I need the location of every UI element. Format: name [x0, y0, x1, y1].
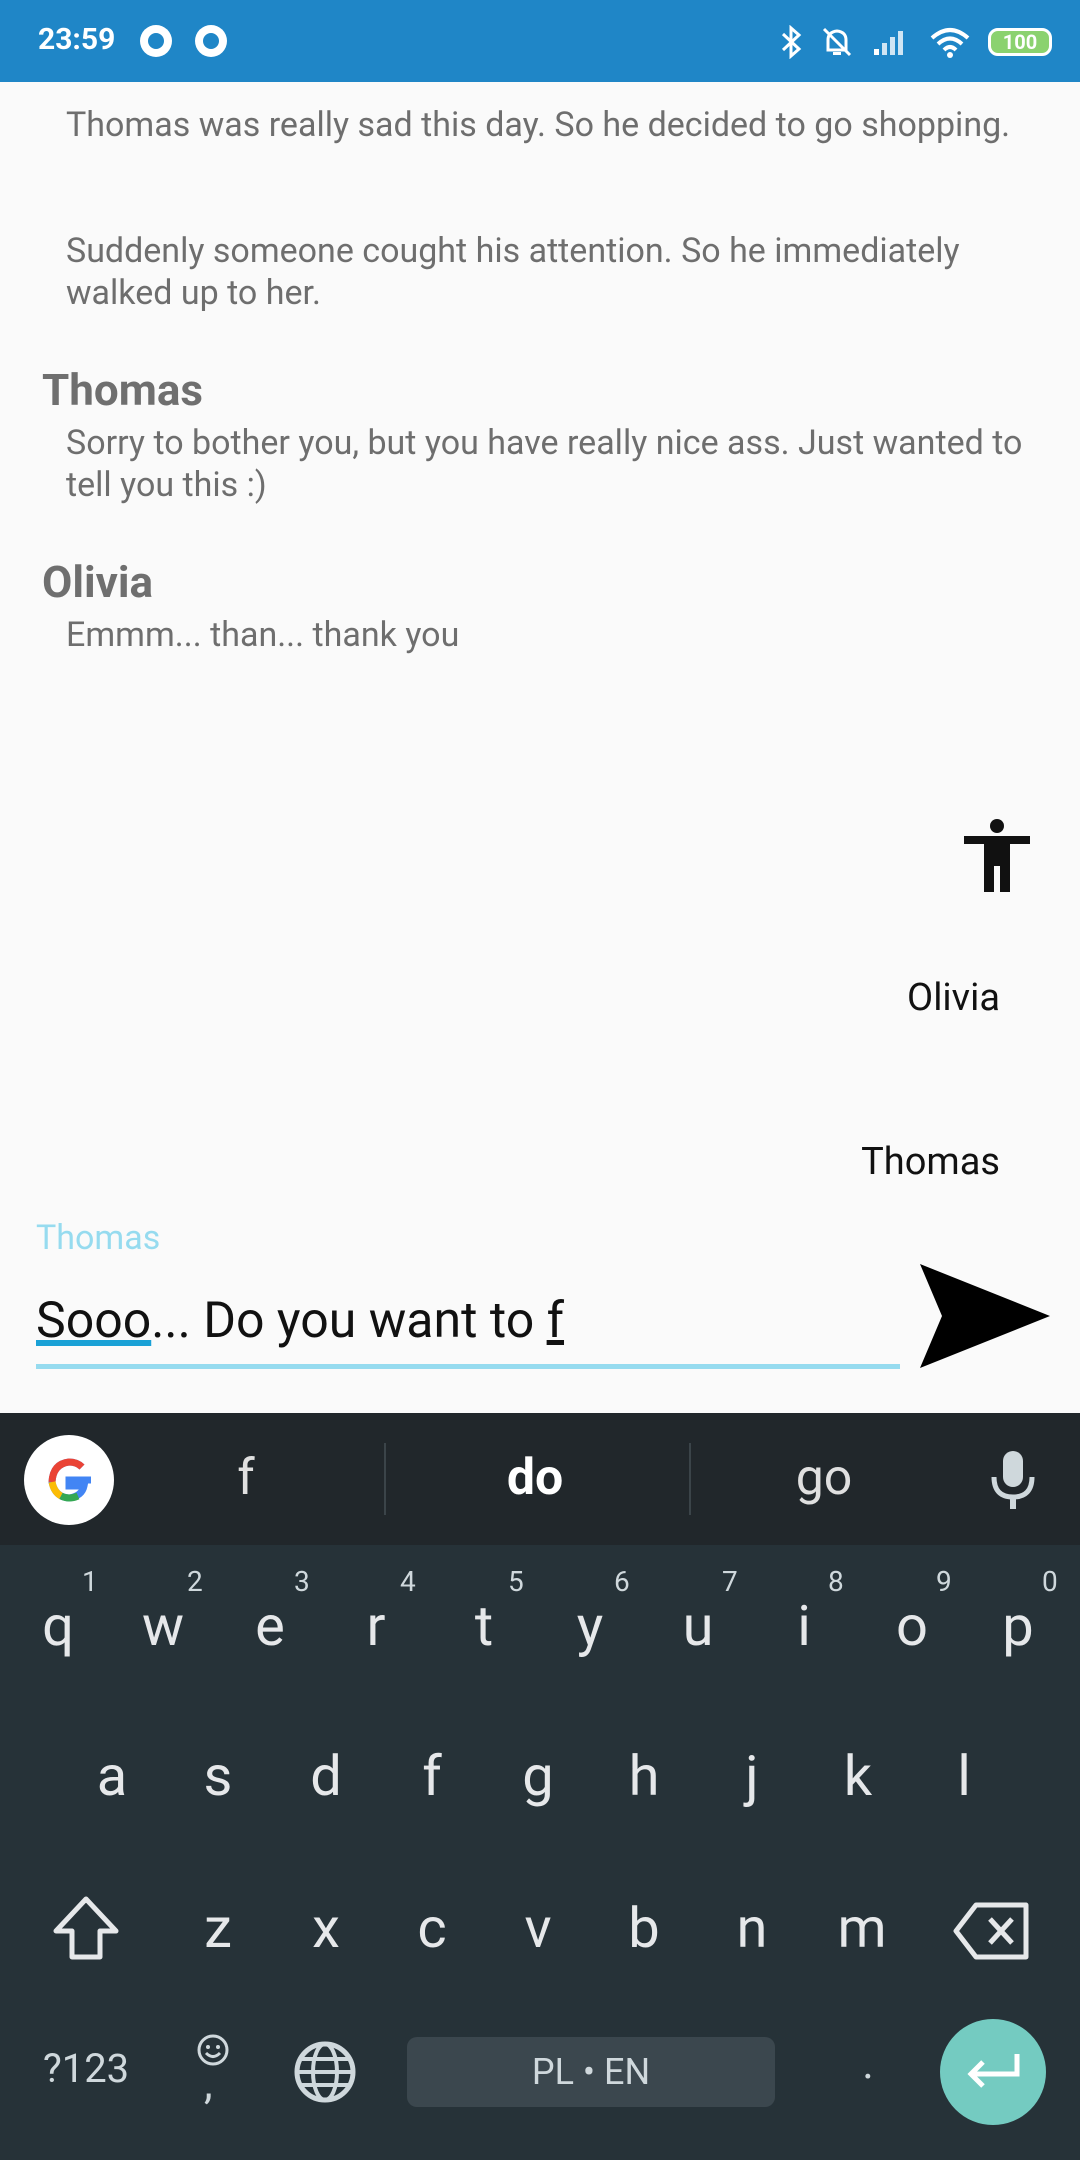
shift-icon[interactable] [50, 1893, 122, 1965]
key-z[interactable]: z [190, 1895, 246, 1961]
space-key[interactable]: PL • EN [407, 2037, 775, 2107]
input-text-part: f [546, 1292, 565, 1350]
keyboard: f do go q1 w2 e3 r4 t5 y6 u7 i8 o9 p0 a … [0, 1413, 1080, 2160]
message-input[interactable]: Sooo... Do you want to f [36, 1286, 900, 1369]
key-r[interactable]: r4 [348, 1565, 416, 1659]
narration-text: Thomas was really sad this day. So he de… [66, 105, 1011, 145]
globe-icon[interactable] [292, 2039, 358, 2105]
wifi-icon [930, 28, 970, 58]
enter-arrow-icon [967, 2054, 1020, 2088]
key-k[interactable]: k [830, 1743, 886, 1809]
input-text-part: ... Do you want to [151, 1292, 547, 1350]
key-c[interactable]: c [404, 1895, 460, 1961]
dialogue-line: Emmm... than... thank you [66, 615, 460, 655]
microphone-icon[interactable] [988, 1449, 1038, 1513]
key-o[interactable]: o9 [884, 1565, 952, 1659]
key-g[interactable]: g [510, 1743, 566, 1809]
key-a[interactable]: a [84, 1743, 140, 1809]
key-t[interactable]: t5 [456, 1565, 524, 1659]
key-p[interactable]: p0 [990, 1565, 1057, 1659]
notification-dot-icon [140, 25, 172, 57]
dialogue-line: Sorry to bother you, but you have really… [66, 423, 1023, 505]
symbols-key[interactable]: ?123 [30, 2045, 142, 2092]
battery-icon: 100 [988, 28, 1052, 56]
notification-dot-icon [195, 25, 227, 57]
bluetooth-icon [781, 25, 802, 59]
status-icons: 100 [780, 20, 1052, 64]
key-u[interactable]: u7 [670, 1565, 738, 1659]
accessibility-icon[interactable] [962, 818, 1032, 892]
suggestion-bar: f do go [0, 1413, 1080, 1545]
character-option-thomas[interactable]: Thomas [861, 1140, 1000, 1184]
key-v[interactable]: v [510, 1895, 566, 1961]
key-m[interactable]: m [830, 1895, 894, 1961]
key-d[interactable]: d [298, 1743, 354, 1809]
google-g-icon[interactable] [24, 1435, 114, 1525]
send-icon[interactable] [918, 1258, 1052, 1374]
key-q[interactable]: q1 [30, 1565, 98, 1659]
key-w[interactable]: w2 [135, 1565, 203, 1659]
bell-off-icon [822, 27, 852, 57]
backspace-icon[interactable] [952, 1901, 1030, 1961]
enter-button[interactable] [940, 2019, 1046, 2125]
signal-icon [874, 31, 903, 55]
key-f[interactable]: f [404, 1743, 460, 1809]
narration-text: Suddenly someone cought his attention. S… [66, 231, 960, 313]
suggestion-item[interactable]: go [744, 1449, 904, 1507]
divider [384, 1443, 386, 1515]
key-s[interactable]: s [190, 1743, 246, 1809]
input-text-part: Sooo [36, 1292, 152, 1350]
key-e[interactable]: e3 [242, 1565, 310, 1659]
speaker-name: Olivia [42, 556, 154, 608]
key-y[interactable]: y6 [562, 1565, 630, 1659]
input-speaker-label: Thomas [36, 1218, 161, 1258]
suggestion-item[interactable]: do [455, 1449, 615, 1507]
key-x[interactable]: x [298, 1895, 354, 1961]
status-time: 23:59 [38, 22, 116, 57]
key-b[interactable]: b [616, 1895, 672, 1961]
key-h[interactable]: h [616, 1743, 672, 1809]
period-key[interactable]: . [848, 2037, 888, 2089]
emoji-comma-key[interactable]: , [196, 2033, 236, 2109]
divider [689, 1443, 691, 1515]
emoji-icon [197, 2034, 229, 2066]
character-option-olivia[interactable]: Olivia [907, 976, 1000, 1020]
key-j[interactable]: j [724, 1743, 780, 1809]
key-i[interactable]: i8 [776, 1565, 844, 1659]
key-n[interactable]: n [724, 1895, 780, 1961]
suggestion-item[interactable]: f [166, 1449, 326, 1507]
key-l[interactable]: l [936, 1743, 992, 1809]
speaker-name: Thomas [42, 364, 204, 416]
status-bar: 23:59 100 [0, 0, 1080, 82]
